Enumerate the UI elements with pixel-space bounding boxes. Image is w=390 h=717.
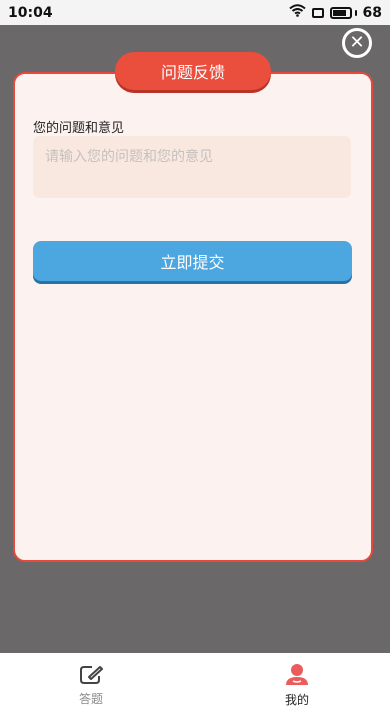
tab-me-label: 我的 (284, 692, 309, 707)
tab-me[interactable]: 我的 (237, 653, 357, 717)
tab-answer[interactable]: 答题 (31, 653, 151, 717)
close-button[interactable]: ✕ (342, 28, 372, 58)
edit-icon (78, 664, 104, 686)
user-icon (284, 663, 310, 687)
feedback-field-label: 您的问题和意见 (33, 121, 125, 136)
close-icon: ✕ (349, 32, 365, 53)
status-time: 10:04 (8, 4, 53, 21)
screen-icon (311, 7, 324, 18)
status-icons: 68 (288, 4, 382, 21)
submit-button[interactable]: 立即提交 (33, 241, 352, 281)
modal-title: 问题反馈 (115, 52, 271, 90)
battery-level: 68 (362, 4, 382, 21)
status-bar: 10:04 68 (0, 0, 390, 25)
battery-icon (329, 6, 357, 19)
bottom-tab-bar: 答题 我的 (0, 653, 390, 717)
feedback-input[interactable] (33, 136, 351, 198)
wifi-icon (288, 4, 306, 21)
tab-answer-label: 答题 (78, 691, 103, 706)
feedback-screen: 10:04 68 ✕ 问题反馈 您的问题和意见 立即提交 (0, 0, 390, 717)
